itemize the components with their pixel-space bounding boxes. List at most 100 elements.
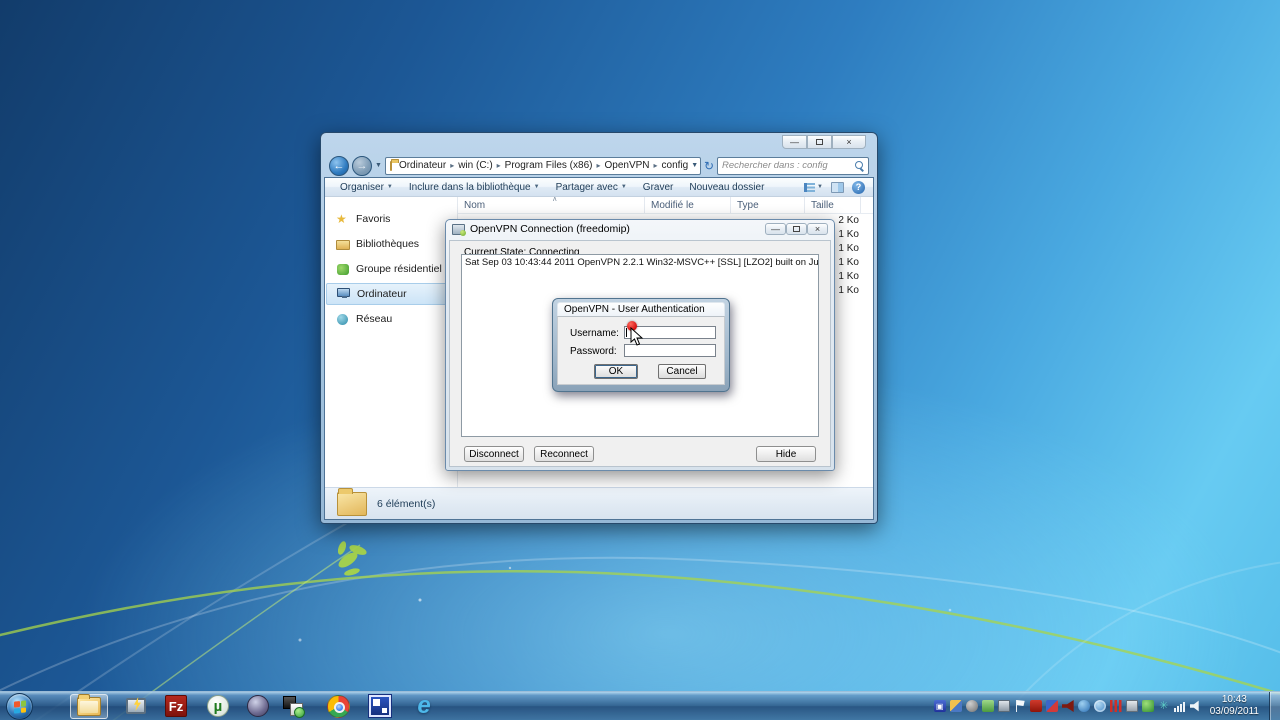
start-button[interactable]: [6, 692, 33, 720]
close-icon[interactable]: ×: [832, 135, 866, 149]
breadcrumb-ordinateur[interactable]: Ordinateur: [396, 160, 449, 171]
column-header-taille[interactable]: Taille: [805, 197, 861, 213]
maximize-icon[interactable]: [807, 135, 832, 149]
file-size-cell[interactable]: 1 Ko: [838, 270, 859, 284]
taskbar-clock[interactable]: 10:43 03/09/2011: [1210, 694, 1259, 718]
search-icon: [855, 161, 864, 170]
tray-messenger-icon[interactable]: [981, 700, 994, 712]
help-icon[interactable]: ?: [852, 180, 865, 194]
disconnect-button[interactable]: Disconnect: [464, 446, 524, 462]
network-signal-icon[interactable]: [1173, 700, 1186, 712]
openvpn-titlebar[interactable]: OpenVPN Connection (freedomip) — ×: [446, 220, 834, 238]
cancel-button[interactable]: Cancel: [658, 364, 706, 379]
file-size-cell[interactable]: 2 Ko: [838, 214, 859, 228]
toolbar-organiser[interactable]: Organiser ▼: [333, 181, 400, 194]
homegroup-icon: [337, 264, 349, 275]
chrome-icon: [326, 694, 350, 718]
auth-titlebar[interactable]: OpenVPN - User Authentication: [557, 302, 725, 316]
search-box[interactable]: [717, 156, 869, 175]
tray-green-updater-icon[interactable]: [1141, 700, 1154, 712]
taskbar-internet-explorer[interactable]: e: [411, 694, 437, 719]
refresh-icon[interactable]: ↻: [704, 159, 714, 173]
history-dropdown-icon[interactable]: ▼: [375, 162, 382, 169]
address-bar[interactable]: Ordinateur ▸ win (C:) ▸ Program Files (x…: [384, 156, 701, 175]
sidebar-item-ordinateur[interactable]: Ordinateur: [326, 283, 456, 305]
sidebar-item-bibliotheques[interactable]: Bibliothèques: [326, 233, 456, 255]
chevron-down-icon: ▼: [386, 184, 393, 190]
taskbar-windows-explorer[interactable]: [70, 693, 108, 719]
show-desktop-button[interactable]: [1269, 691, 1280, 720]
tray-blue-square-app-icon[interactable]: ▣: [933, 700, 946, 712]
taskbar-openvpn-gui[interactable]: [123, 694, 149, 719]
clock-date: 03/09/2011: [1209, 706, 1259, 717]
explorer-folder-icon: [77, 693, 101, 716]
toolbar-inclure-bibliotheque[interactable]: Inclure dans la bibliothèque ▼: [402, 181, 547, 194]
tray-audio-horn-icon[interactable]: [1061, 700, 1074, 712]
network-icon: [337, 314, 348, 325]
column-header-type[interactable]: Type: [731, 197, 805, 213]
computer-icon: [337, 288, 350, 298]
libraries-folder-icon: [336, 240, 350, 250]
username-label: Username:: [570, 328, 619, 339]
change-view-button[interactable]: ▼: [804, 182, 823, 192]
view-list-icon: [804, 182, 816, 192]
text-caret: [626, 328, 627, 337]
taskbar-blue-tool-app[interactable]: [367, 694, 393, 719]
file-size-cell[interactable]: 1 Ko: [838, 256, 859, 270]
ok-button[interactable]: OK: [594, 364, 638, 379]
tray-blue-wheel-app-icon[interactable]: [1093, 700, 1106, 712]
tray-blue-globe-app-icon[interactable]: [1077, 700, 1090, 712]
search-input[interactable]: [722, 160, 855, 171]
toolbar-partager-avec[interactable]: Partager avec ▼: [549, 181, 634, 194]
minimize-icon[interactable]: —: [765, 223, 786, 235]
taskbar-sphere-app[interactable]: [245, 694, 271, 719]
file-size-cell[interactable]: 1 Ko: [838, 284, 859, 298]
hide-button[interactable]: Hide: [756, 446, 816, 462]
forward-button[interactable]: →: [352, 155, 372, 176]
internet-explorer-icon: e: [417, 692, 431, 719]
address-folder-icon: [389, 158, 399, 171]
tray-gray-circle-app-icon[interactable]: [965, 700, 978, 712]
file-size-cell[interactable]: 1 Ko: [838, 228, 859, 242]
back-button[interactable]: ←: [329, 155, 349, 176]
sphere-app-icon: [247, 695, 269, 717]
tray-network-computers-icon[interactable]: [949, 700, 962, 712]
tray-action-center-flag-icon[interactable]: [1014, 700, 1026, 712]
sidebar-item-reseau[interactable]: Réseau: [326, 308, 456, 330]
breadcrumb-program-files[interactable]: Program Files (x86): [502, 160, 596, 171]
column-header-nom[interactable]: Nom: [458, 197, 645, 213]
sidebar-item-groupe-residentiel[interactable]: Groupe résidentiel: [326, 258, 456, 280]
tray-printer-icon[interactable]: [1125, 700, 1138, 712]
address-dropdown-icon[interactable]: ▼: [691, 162, 698, 169]
volume-icon[interactable]: [1189, 700, 1199, 712]
taskbar-utorrent[interactable]: µ: [205, 694, 231, 719]
tray-red-bars-app-icon[interactable]: [1109, 700, 1122, 712]
breadcrumb-win-c[interactable]: win (C:): [455, 160, 495, 171]
folder-icon: [337, 487, 367, 516]
openvpn-window-title: OpenVPN Connection (freedomip): [470, 223, 630, 235]
minimize-icon[interactable]: —: [782, 135, 807, 149]
breadcrumb-config[interactable]: config: [659, 160, 692, 171]
preview-pane-icon[interactable]: [831, 181, 844, 193]
column-header-modifie-le[interactable]: Modifié le: [645, 197, 731, 213]
file-size-cell[interactable]: 1 Ko: [838, 242, 859, 256]
toolbar-nouveau-dossier[interactable]: Nouveau dossier: [682, 181, 771, 194]
tray-input-language-icon[interactable]: [1045, 700, 1058, 712]
sidebar-item-favoris[interactable]: ★ Favoris: [326, 208, 456, 230]
explorer-sidebar: ★ Favoris Bibliothèques Groupe résidenti…: [325, 197, 457, 487]
tray-remote-display-icon[interactable]: [997, 700, 1010, 712]
maximize-icon[interactable]: [786, 223, 807, 235]
explorer-nav-row: ← → ▼ Ordinateur ▸ win (C:) ▸ Program Fi…: [321, 154, 877, 177]
toolbar-graver[interactable]: Graver: [636, 181, 681, 194]
blue-tool-app-icon: [368, 694, 392, 718]
star-icon: ★: [336, 212, 347, 226]
breadcrumb-openvpn[interactable]: OpenVPN: [602, 160, 653, 171]
tray-teal-star-app-icon[interactable]: ✳: [1158, 700, 1170, 712]
reconnect-button[interactable]: Reconnect: [534, 446, 594, 462]
tray-ati-catalyst-icon[interactable]: [1029, 700, 1042, 712]
taskbar-network-shares-app[interactable]: [280, 694, 306, 719]
taskbar-chrome[interactable]: [325, 694, 351, 719]
taskbar-filezilla[interactable]: Fz: [163, 694, 189, 719]
explorer-titlebar[interactable]: — ×: [321, 133, 877, 154]
close-icon[interactable]: ×: [807, 223, 828, 235]
